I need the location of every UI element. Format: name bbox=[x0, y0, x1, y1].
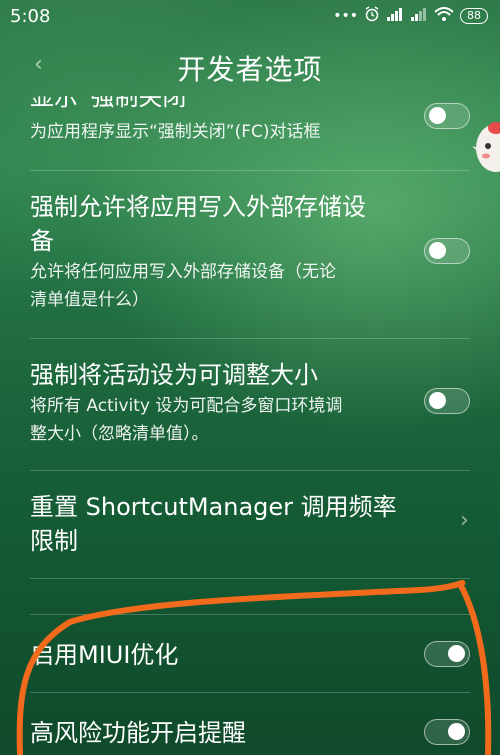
list-item[interactable]: 强制将活动设为可调整大小 将所有 Activity 设为可配合多窗口环境调 整大… bbox=[30, 358, 470, 448]
divider bbox=[30, 470, 470, 471]
page-title: 开发者选项 bbox=[177, 53, 323, 86]
wifi-icon bbox=[434, 7, 454, 25]
list-item[interactable]: 强制允许将应用写入外部存储设 备 允许将任何应用写入外部存储设备（无论 清单值是… bbox=[30, 190, 470, 314]
list-item[interactable]: 重置 ShortcutManager 调用频率 限制 bbox=[30, 490, 470, 558]
item-title-line1: 强制允许将应用写入外部存储设 bbox=[30, 193, 366, 221]
divider bbox=[30, 170, 470, 171]
item-title: 强制将活动设为可调整大小 bbox=[30, 361, 318, 389]
list-item[interactable]: 高风险功能开启提醒 bbox=[30, 716, 470, 750]
item-subtitle-line2: 整大小（忽略清单值）。 bbox=[30, 424, 209, 444]
item-title-line2: 备 bbox=[30, 227, 54, 255]
header: ‹ 开发者选项 bbox=[0, 34, 500, 100]
item-title: 显示“强制关闭” bbox=[30, 96, 199, 111]
toggle-knob bbox=[448, 645, 465, 662]
toggle-high-risk-reminder[interactable] bbox=[424, 719, 470, 745]
toggle-force-close[interactable] bbox=[424, 103, 470, 129]
divider bbox=[30, 578, 470, 579]
status-icons: ••• 88 bbox=[333, 6, 488, 26]
item-title-line2: 限制 bbox=[30, 527, 78, 555]
toggle-resizable-activities[interactable] bbox=[424, 388, 470, 414]
list-item[interactable]: 启用MIUI优化 bbox=[30, 638, 470, 672]
list-item-subtitle-wrap: 为应用程序显示“强制关闭”(FC)对话框 bbox=[30, 118, 470, 146]
item-subtitle-line1: 允许将任何应用写入外部存储设备（无论 bbox=[30, 262, 336, 282]
dots-icon: ••• bbox=[333, 8, 358, 24]
item-subtitle-line1: 将所有 Activity 设为可配合多窗口环境调 bbox=[30, 396, 343, 416]
item-title: 高风险功能开启提醒 bbox=[30, 719, 246, 747]
item-title: 启用MIUI优化 bbox=[30, 641, 179, 669]
list-item[interactable]: 显示“强制关闭” bbox=[30, 96, 470, 120]
status-time: 5:08 bbox=[10, 6, 51, 27]
chevron-right-icon[interactable]: › bbox=[460, 508, 469, 533]
divider bbox=[30, 614, 470, 615]
toggle-knob bbox=[429, 392, 446, 409]
item-subtitle: 为应用程序显示“强制关闭”(FC)对话框 bbox=[30, 122, 321, 142]
divider bbox=[30, 338, 470, 339]
item-title-line1: 重置 ShortcutManager 调用频率 bbox=[30, 493, 397, 521]
item-subtitle-line2: 清单值是什么） bbox=[30, 290, 149, 310]
toggle-force-external-storage[interactable] bbox=[424, 238, 470, 264]
floating-mascot-icon[interactable] bbox=[470, 118, 500, 184]
signal-icon bbox=[410, 7, 428, 25]
toggle-knob bbox=[429, 242, 446, 259]
signal-icon bbox=[386, 7, 404, 25]
alarm-icon bbox=[364, 6, 380, 26]
battery-indicator: 88 bbox=[460, 8, 488, 24]
status-bar: 5:08 ••• 88 bbox=[0, 0, 500, 34]
toggle-knob bbox=[429, 107, 446, 124]
divider bbox=[30, 692, 470, 693]
toggle-knob bbox=[448, 723, 465, 740]
toggle-miui-optimization[interactable] bbox=[424, 641, 470, 667]
